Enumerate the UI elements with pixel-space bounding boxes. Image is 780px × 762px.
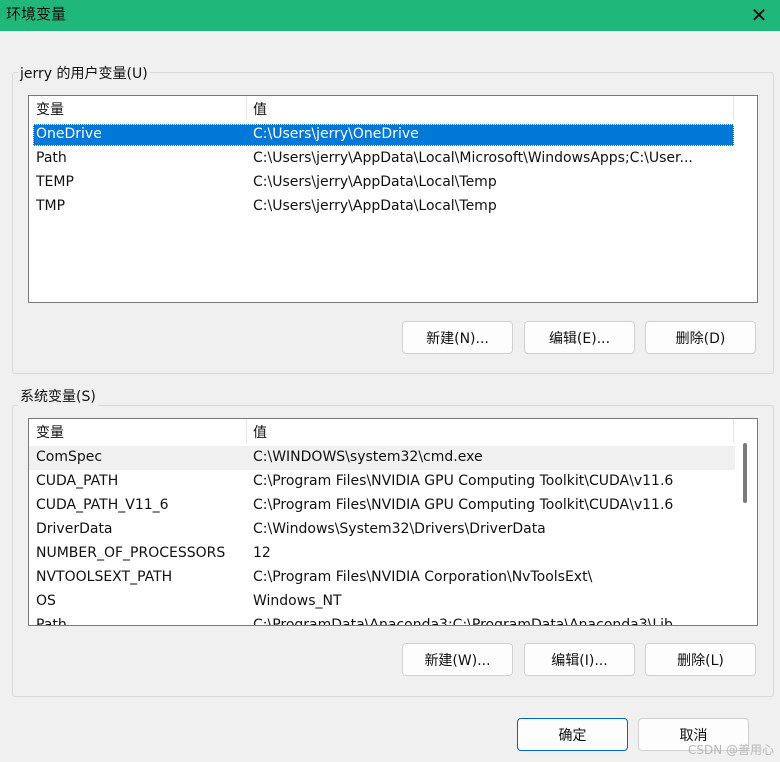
- system-vars-group-label: 系统变量(S): [18, 386, 98, 406]
- list-item[interactable]: NUMBER_OF_PROCESSORS 12: [29, 542, 757, 566]
- variable-name: Path: [36, 617, 67, 626]
- watermark: CSDN @善用心: [687, 743, 774, 757]
- variable-name: ComSpec: [36, 449, 103, 465]
- list-item[interactable]: ComSpec C:\WINDOWS\system32\cmd.exe: [29, 446, 735, 470]
- column-header-value[interactable]: 值: [253, 99, 267, 119]
- list-item[interactable]: DriverData C:\Windows\System32\Drivers\D…: [29, 518, 757, 542]
- variable-value: C:\Program Files\NVIDIA GPU Computing To…: [253, 497, 674, 513]
- variable-value: C:\WINDOWS\system32\cmd.exe: [253, 449, 483, 465]
- user-vars-group-label: jerry 的用户变量(U): [18, 63, 150, 83]
- column-separator[interactable]: [733, 419, 734, 443]
- column-separator[interactable]: [246, 419, 247, 443]
- column-separator[interactable]: [246, 96, 247, 120]
- variable-name: DriverData: [36, 521, 113, 537]
- variable-value: C:\Users\jerry\AppData\Local\Temp: [253, 174, 497, 190]
- vertical-scrollbar[interactable]: [735, 443, 755, 624]
- variable-name: CUDA_PATH: [36, 473, 119, 489]
- variable-value: C:\Users\jerry\OneDrive: [253, 126, 419, 142]
- user-edit-button[interactable]: 编辑(E)...: [524, 321, 635, 354]
- window-title: 环境变量: [6, 5, 67, 23]
- variable-value: C:\Users\jerry\AppData\Local\Microsoft\W…: [253, 150, 693, 166]
- variable-value: C:\ProgramData\Anaconda3;C:\ProgramData\…: [253, 617, 687, 626]
- column-header-name[interactable]: 变量: [36, 422, 64, 442]
- system-new-button[interactable]: 新建(W)...: [402, 643, 513, 676]
- variable-name: OneDrive: [36, 126, 102, 142]
- list-item[interactable]: OS Windows_NT: [29, 590, 757, 614]
- list-item[interactable]: TEMP C:\Users\jerry\AppData\Local\Temp: [29, 171, 757, 195]
- variable-name: CUDA_PATH_V11_6: [36, 497, 169, 513]
- system-vars-list[interactable]: 变量 值 ComSpec C:\WINDOWS\system32\cmd.exe…: [28, 418, 758, 626]
- column-separator[interactable]: [733, 96, 734, 120]
- user-vars-list-header: 变量 值: [29, 96, 757, 120]
- variable-name: Path: [36, 150, 67, 166]
- column-header-value[interactable]: 值: [253, 422, 267, 442]
- variable-name: NVTOOLSEXT_PATH: [36, 569, 173, 585]
- list-item[interactable]: OneDrive C:\Users\jerry\OneDrive: [29, 123, 757, 147]
- system-vars-list-header: 变量 值: [29, 419, 757, 443]
- list-item[interactable]: Path C:\ProgramData\Anaconda3;C:\Program…: [29, 614, 757, 626]
- variable-name: TEMP: [36, 174, 74, 190]
- list-item[interactable]: TMP C:\Users\jerry\AppData\Local\Temp: [29, 195, 757, 219]
- list-item[interactable]: CUDA_PATH_V11_6 C:\Program Files\NVIDIA …: [29, 494, 757, 518]
- variable-value: C:\Users\jerry\AppData\Local\Temp: [253, 198, 497, 214]
- variable-name: TMP: [36, 198, 66, 214]
- column-header-name[interactable]: 变量: [36, 99, 64, 119]
- system-delete-button[interactable]: 删除(L): [645, 643, 756, 676]
- user-vars-list[interactable]: 变量 值 OneDrive C:\Users\jerry\OneDrive Pa…: [28, 95, 758, 303]
- list-item[interactable]: NVTOOLSEXT_PATH C:\Program Files\NVIDIA …: [29, 566, 757, 590]
- user-new-button[interactable]: 新建(N)...: [402, 321, 513, 354]
- variable-value: Windows_NT: [253, 593, 342, 609]
- variable-value: 12: [253, 545, 271, 561]
- ok-button[interactable]: 确定: [517, 718, 628, 751]
- variable-value: C:\Program Files\NVIDIA Corporation\NvTo…: [253, 569, 593, 585]
- variable-name: OS: [36, 593, 56, 609]
- variable-value: C:\Program Files\NVIDIA GPU Computing To…: [253, 473, 674, 489]
- list-item[interactable]: CUDA_PATH C:\Program Files\NVIDIA GPU Co…: [29, 470, 757, 494]
- list-item[interactable]: Path C:\Users\jerry\AppData\Local\Micros…: [29, 147, 757, 171]
- variable-value: C:\Windows\System32\Drivers\DriverData: [253, 521, 546, 537]
- user-delete-button[interactable]: 删除(D): [645, 321, 756, 354]
- system-edit-button[interactable]: 编辑(I)...: [524, 643, 635, 676]
- variable-name: NUMBER_OF_PROCESSORS: [36, 545, 226, 561]
- close-icon[interactable]: ✕: [746, 2, 772, 28]
- scrollbar-thumb[interactable]: [743, 443, 747, 503]
- window-titlebar: 环境变量 ✕: [0, 0, 780, 31]
